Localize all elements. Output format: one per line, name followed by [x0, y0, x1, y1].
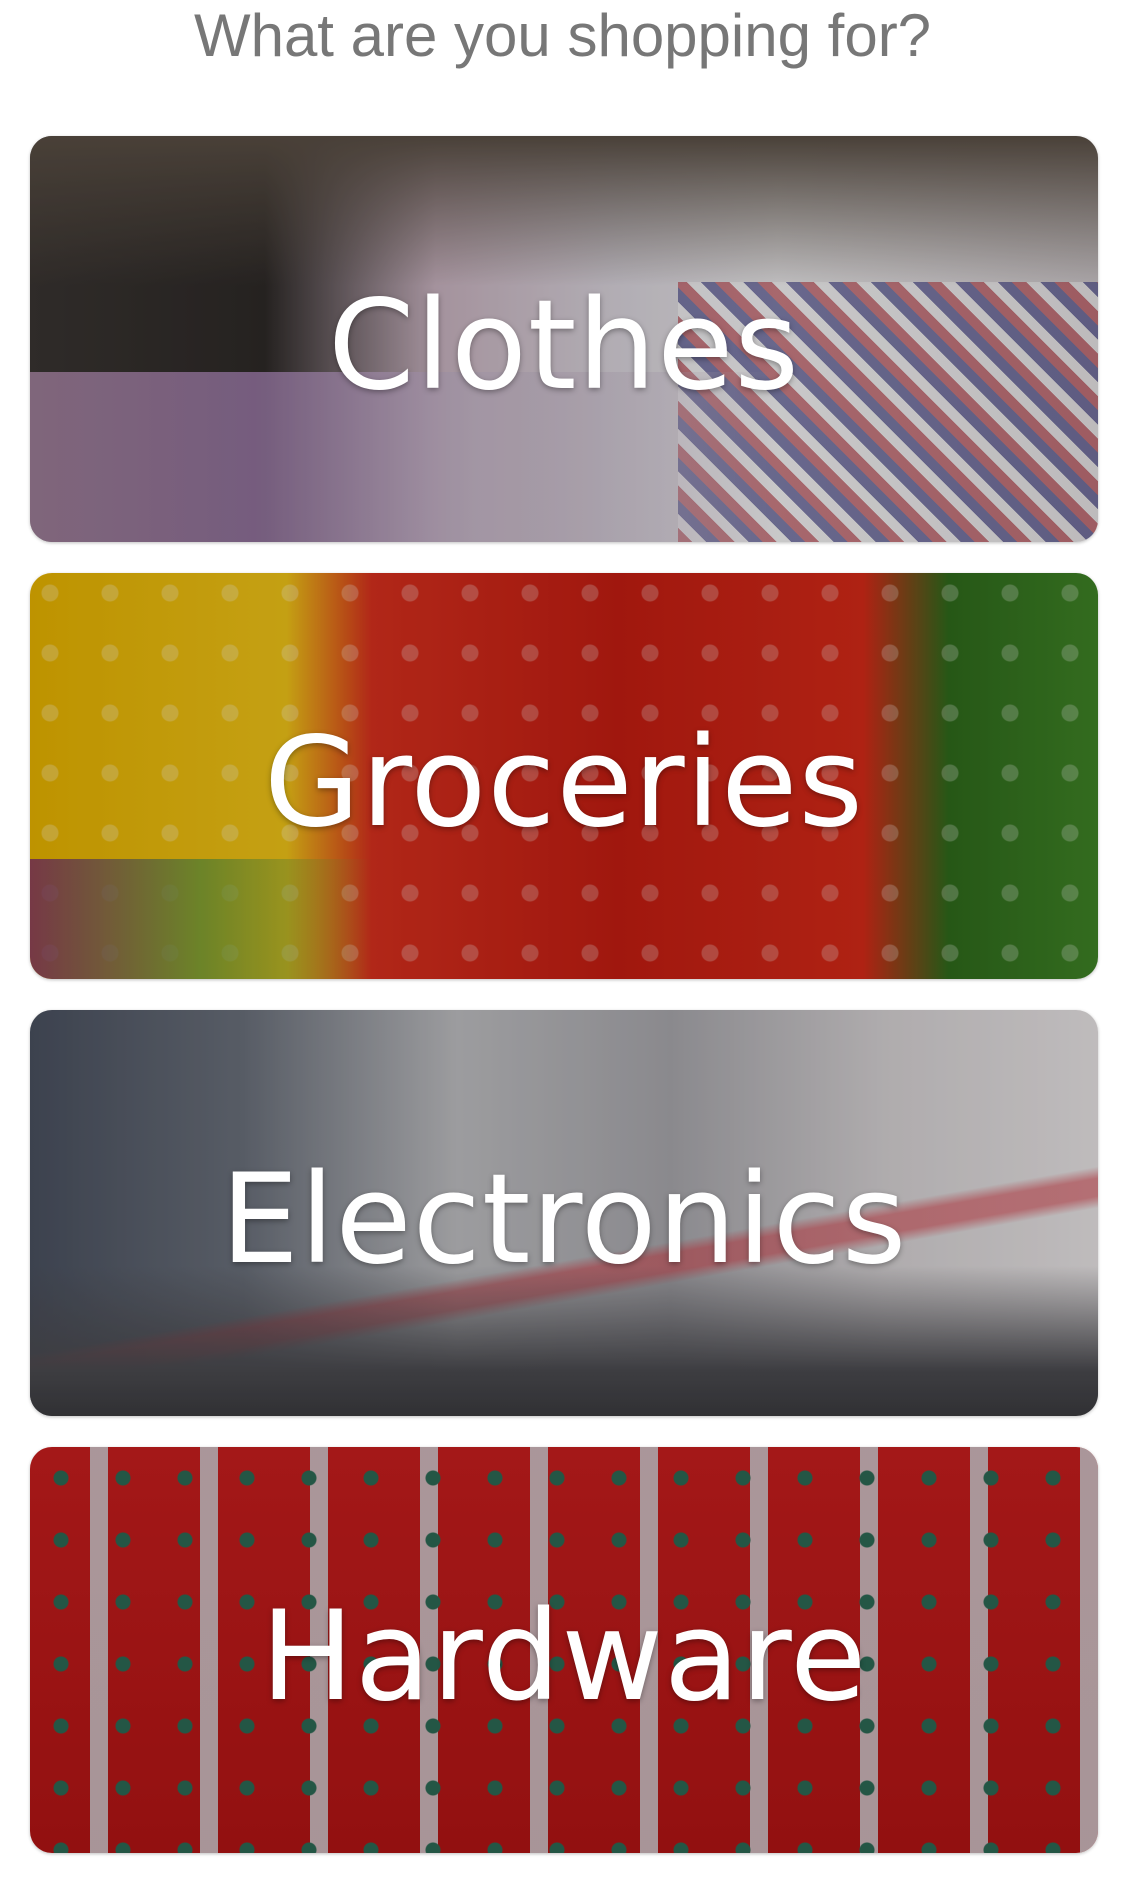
category-label: Hardware [260, 1585, 868, 1729]
category-label: Electronics [220, 1148, 908, 1292]
category-list: Clothes Groceries Electronics Hardware [30, 136, 1098, 1884]
category-card-hardware[interactable]: Hardware [30, 1447, 1098, 1853]
page-prompt: What are you shopping for? [193, 2, 932, 69]
category-label: Groceries [264, 711, 864, 855]
category-card-clothes[interactable]: Clothes [30, 136, 1098, 542]
category-label: Clothes [328, 274, 800, 418]
category-card-groceries[interactable]: Groceries [30, 573, 1098, 979]
category-card-electronics[interactable]: Electronics [30, 1010, 1098, 1416]
